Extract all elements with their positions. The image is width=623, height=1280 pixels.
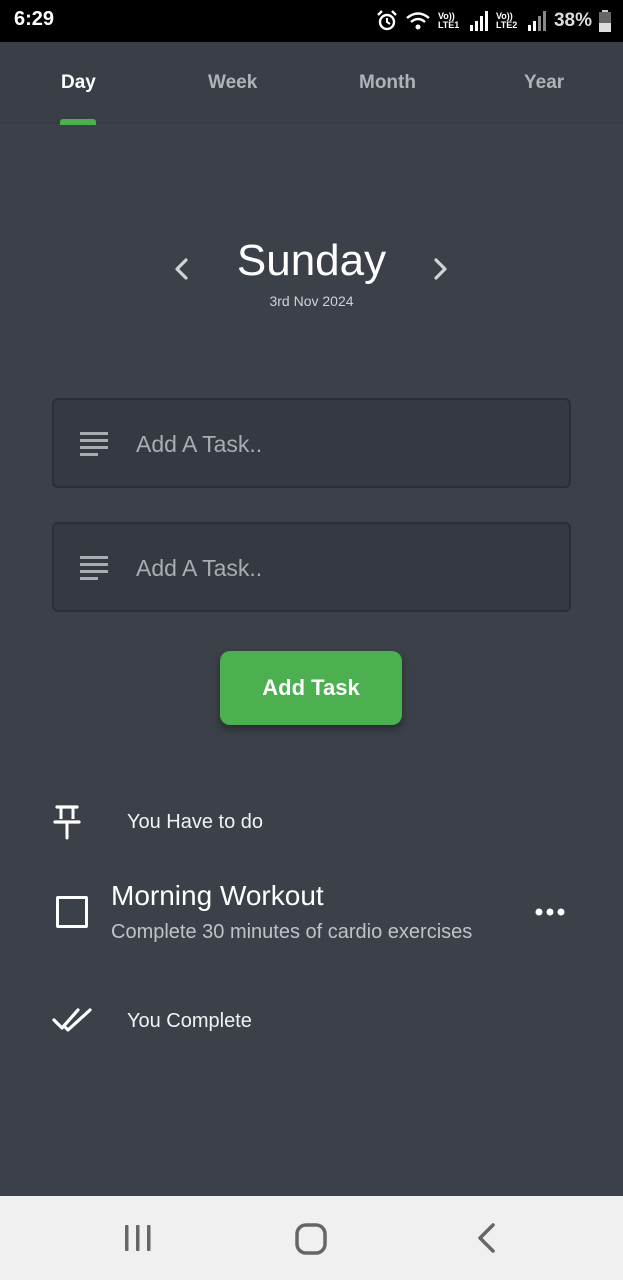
tab-day[interactable]: Day	[61, 72, 96, 94]
signal-icon-2	[527, 11, 546, 31]
status-icons: Vo)) LTE1 Vo)) LTE2 38%	[376, 8, 611, 34]
status-time: 6:29	[14, 8, 55, 30]
task-item[interactable]: Morning Workout Complete 30 minutes of c…	[52, 878, 572, 954]
active-tab-indicator	[60, 119, 96, 125]
home-icon[interactable]	[294, 1222, 328, 1256]
task-checkbox[interactable]	[56, 896, 88, 928]
task-description-field[interactable]	[52, 522, 571, 612]
period-tabs: Day Week Month Year	[0, 42, 623, 124]
tab-year[interactable]: Year	[524, 72, 564, 94]
chevron-right-icon[interactable]	[430, 257, 450, 281]
task-title: Morning Workout	[111, 880, 324, 911]
task-title-input[interactable]	[136, 422, 546, 466]
date-navigator: Sunday 3rd Nov 2024	[0, 230, 623, 320]
back-icon[interactable]	[474, 1222, 498, 1254]
network2-label: Vo)) LTE2	[495, 11, 518, 30]
date-label: 3rd Nov 2024	[269, 293, 354, 309]
pin-icon	[53, 805, 81, 840]
tab-week[interactable]: Week	[208, 72, 257, 94]
notes-icon	[80, 432, 108, 456]
status-bar: 6:29 Vo)) LTE1 Vo)) LTE2 38%	[0, 0, 623, 42]
task-title-field[interactable]	[52, 398, 571, 488]
battery-icon	[599, 10, 611, 32]
recent-apps-icon[interactable]	[122, 1222, 154, 1254]
todo-section-label: You Have to do	[127, 811, 264, 833]
double-check-icon	[52, 1008, 92, 1032]
system-nav-bar	[0, 1196, 623, 1280]
completed-section-label: You Complete	[127, 1010, 252, 1032]
alarm-icon	[377, 10, 397, 31]
add-task-button[interactable]: Add Task	[220, 651, 402, 725]
signal-icon	[469, 11, 488, 31]
network1-label: Vo)) LTE1	[437, 11, 460, 30]
notes-icon	[80, 556, 108, 580]
more-options-icon[interactable]	[535, 907, 565, 917]
battery-percent: 38%	[553, 10, 592, 31]
tab-month[interactable]: Month	[359, 72, 416, 94]
day-name: Sunday	[236, 236, 387, 285]
wifi-icon	[406, 12, 430, 30]
todo-section-header: You Have to do	[52, 796, 572, 846]
task-description: Complete 30 minutes of cardio exercises	[111, 921, 473, 943]
completed-section-header: You Complete	[52, 995, 572, 1045]
task-description-input[interactable]	[136, 546, 546, 590]
